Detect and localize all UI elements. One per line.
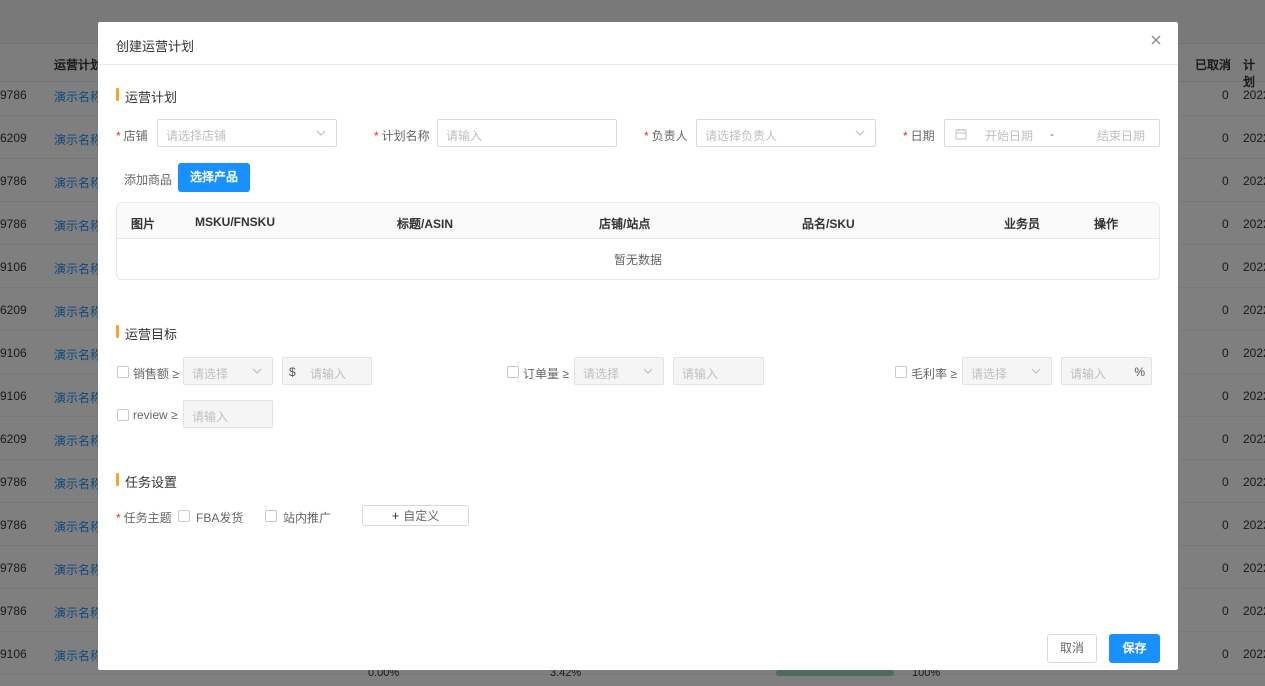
plan-name-input[interactable]: 请输入 [437,119,617,147]
orders-value-input[interactable]: 请输入 [673,357,764,385]
product-table: 图片 MSKU/FNSKU 标题/ASIN 店铺/站点 品名/SKU 业务员 操… [116,202,1160,280]
chevron-down-icon [643,368,653,374]
margin-value-input[interactable]: 请输入 % [1061,357,1152,385]
modal-header: 创建运营计划 [98,22,1178,65]
product-table-header: 图片 MSKU/FNSKU 标题/ASIN 店铺/站点 品名/SKU 业务员 操… [117,203,1159,239]
th-action: 操作 [1094,217,1119,231]
th-msku: MSKU/FNSKU [195,215,275,229]
date-label: * 日期 [903,129,935,143]
fba-checkbox[interactable] [178,510,190,522]
chevron-down-icon [316,130,326,136]
plus-icon: + [391,508,400,523]
save-button[interactable]: 保存 [1109,634,1160,663]
orders-checkbox[interactable] [507,366,519,378]
section-task-title: 任务设置 [116,472,177,491]
calendar-icon [955,129,967,140]
sales-condition-select[interactable]: 请选择 [183,357,273,385]
add-product-label: 添加商品 [124,173,173,187]
chevron-down-icon [252,368,262,374]
promo-checkbox[interactable] [265,510,277,522]
chevron-down-icon [855,130,865,136]
th-image: 图片 [131,217,156,231]
table-empty-text: 暂无数据 [613,253,662,267]
sales-label: 销售额 ≥ [133,367,179,381]
owner-select[interactable]: 请选择负责人 [696,119,876,147]
create-plan-modal: 创建运营计划 运营计划 * 店铺 请选择店铺 * 计划名称 请输入 * 负责人 请选择… [98,22,1178,670]
orders-label: 订单量 ≥ [523,367,569,381]
plan-name-label: * 计划名称 [374,129,430,143]
date-end[interactable]: 结束日期 [1097,127,1145,144]
review-checkbox[interactable] [117,409,129,421]
date-separator: - [1050,127,1054,141]
fba-label: FBA发货 [196,511,244,525]
custom-task-button[interactable]: + 自定义 [362,505,469,526]
store-label: * 店铺 [116,129,148,143]
select-product-button[interactable]: 选择产品 [178,163,250,192]
date-start[interactable]: 开始日期 [985,127,1033,144]
review-label: review ≥ [133,408,178,422]
task-topic-label: * 任务主题 [116,511,172,525]
review-value-input[interactable]: 请输入 [183,400,273,428]
percent-suffix: % [1134,365,1145,379]
date-range-picker[interactable]: 开始日期 - 结束日期 [944,119,1160,147]
cancel-button[interactable]: 取消 [1047,634,1097,663]
th-store: 店铺/站点 [599,217,651,231]
section-target-title: 运营目标 [116,324,177,343]
th-title: 标题/ASIN [397,217,454,231]
chevron-down-icon [1031,368,1041,374]
modal-title: 创建运营计划 [116,39,195,54]
close-icon[interactable] [1148,34,1164,50]
margin-checkbox[interactable] [895,366,907,378]
section-plan-title: 运营计划 [116,87,177,106]
promo-label: 站内推广 [283,511,332,525]
owner-label: * 负责人 [644,129,688,143]
dollar-prefix: $ [289,365,296,379]
sales-value-input[interactable]: $ 请输入 [282,357,372,385]
th-salesman: 业务员 [1004,217,1041,231]
orders-condition-select[interactable]: 请选择 [574,357,664,385]
store-select[interactable]: 请选择店铺 [157,119,337,147]
margin-label: 毛利率 ≥ [911,367,957,381]
margin-condition-select[interactable]: 请选择 [962,357,1052,385]
sales-checkbox[interactable] [117,366,129,378]
th-sku: 品名/SKU [802,217,855,231]
